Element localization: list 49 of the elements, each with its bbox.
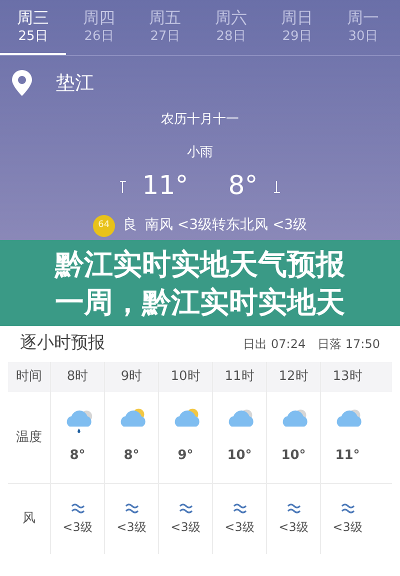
day-tab[interactable]: 周三 25日 [0,0,66,55]
hour-cell: 8时 [50,362,104,392]
row-label: 时间 [15,368,43,386]
row-label: 风 [22,510,36,528]
weather-condition: 小雨 [187,144,213,162]
sunrise-time: 日出 07:24 [243,336,306,353]
wind-level-cell-text: <3级 [170,519,200,536]
low-temperature: 8° [228,170,258,200]
up-arrow-icon [120,180,126,192]
hour-cell: 13时 [320,362,374,392]
hour-cell: 10时 [158,362,212,392]
day-tab[interactable]: 周日 29日 [264,0,330,55]
high-temperature: 11° [142,170,188,200]
wind-icon [178,502,192,514]
temperature-cell-text: 10° [227,447,252,465]
temperature-cell-text: 8° [124,447,140,465]
headline-text: 黔江实时实地天气预报 [55,246,345,283]
hour-cell: 9时 [104,362,158,392]
wind-icon [70,502,84,514]
air-quality: 良 [122,216,137,235]
wind-level-cell-text: <3级 [224,519,254,536]
lunar-date: 农历十月十一 [161,110,239,128]
temperature-cell-text: 8° [70,447,86,465]
down-arrow-icon [274,180,280,192]
wind-level-cell-text: <3级 [332,519,362,536]
hour-cell: 11时 [212,362,266,392]
location-name: 垫江 [56,71,94,96]
wind-forecast: 南风 <3级转东北风 <3级 [144,216,308,235]
wind-level-cell-text: <3级 [116,519,146,536]
temperature-cell-text: 11° [335,447,360,465]
day-tab[interactable]: 周四 26日 [66,0,132,55]
wind-icon [286,502,300,514]
wind-icon [340,502,354,514]
temperature-cell-text: 10° [281,447,306,465]
day-tab[interactable]: 周一 30日 [330,0,396,55]
wind-icon [124,502,138,514]
hour-cell: 12时 [266,362,320,392]
wind-level-cell-text: <3级 [278,519,308,536]
headline-text: 一周，黔江实时实地天 [55,284,345,321]
sunset-time: 日落 17:50 [318,336,380,353]
aqi-badge: 64 [92,214,115,236]
wind-icon [232,502,246,514]
wind-level-cell-text: <3级 [62,519,92,536]
day-tab[interactable]: 周五 27日 [132,0,198,55]
location-pin-icon [12,70,32,96]
section-title: 逐小时预报 [20,332,105,356]
temperature-cell-text: 9° [178,447,194,465]
row-label: 温度 [15,428,43,447]
day-tab[interactable]: 周六 28日 [198,0,264,55]
